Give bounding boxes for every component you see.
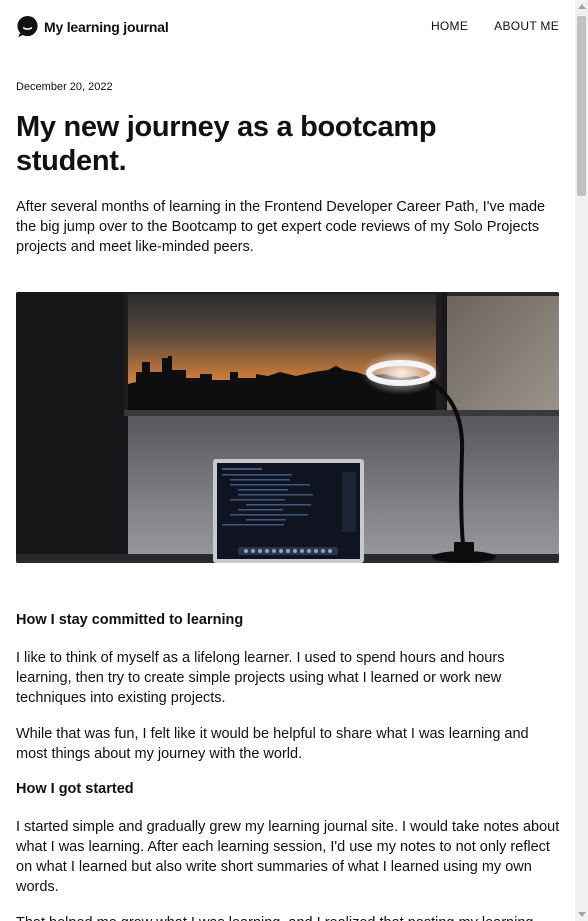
paragraph: While that was fun, I felt like it would… bbox=[16, 726, 529, 762]
paragraph: I started simple and gradually grew my l… bbox=[16, 819, 560, 895]
page: My learning journal HOME ABOUT ME Decemb… bbox=[0, 0, 575, 921]
post-intro: After several months of learning in the … bbox=[16, 199, 546, 255]
site-header: My learning journal HOME ABOUT ME bbox=[0, 0, 575, 54]
nav-about-link[interactable]: ABOUT ME bbox=[494, 19, 559, 33]
laptop-lamp-photo bbox=[16, 292, 559, 563]
post-title: My new journey as a bootcamp student. bbox=[16, 111, 437, 177]
paragraph: I like to think of myself as a lifelong … bbox=[16, 650, 505, 706]
paragraph: That helped me grow what I was learning,… bbox=[16, 913, 561, 921]
site-logo-link[interactable]: My learning journal bbox=[16, 15, 169, 38]
scrollbar-thumb[interactable] bbox=[577, 16, 586, 196]
scroll-up-arrow-icon[interactable] bbox=[578, 4, 586, 9]
section-heading-committed: How I stay committed to learning bbox=[16, 612, 244, 628]
nav-home-link[interactable]: HOME bbox=[431, 19, 468, 33]
vertical-scrollbar[interactable] bbox=[575, 0, 588, 921]
section-heading-started: How I got started bbox=[16, 781, 134, 797]
scroll-down-arrow-icon[interactable] bbox=[578, 912, 586, 917]
hero-image bbox=[16, 292, 559, 563]
post-date: December 20, 2022 bbox=[16, 81, 113, 93]
site-title: My learning journal bbox=[44, 18, 169, 35]
main-nav: HOME ABOUT ME bbox=[431, 19, 559, 33]
chat-bubble-icon bbox=[17, 15, 38, 38]
